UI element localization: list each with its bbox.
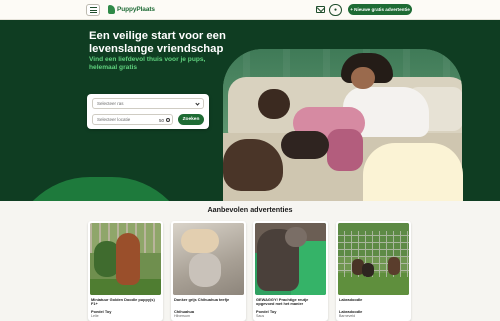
- listing-card[interactable]: GEWAGGY! Prachtige reutje opgevoed met h…: [253, 221, 328, 321]
- breed-select-placeholder: Selecteer ras: [97, 101, 124, 106]
- location-placeholder: Selecteer locatie: [97, 117, 131, 122]
- listing-card[interactable]: Miniatuur Golden Doodle puppy(s) F1+ Poe…: [88, 221, 163, 321]
- listing-location: Barneveld: [339, 314, 356, 318]
- mail-icon[interactable]: [316, 6, 325, 13]
- listing-card[interactable]: Labradoodle Labradoodle Barneveld: [336, 221, 411, 321]
- menu-icon: [89, 7, 97, 8]
- breed-select[interactable]: Selecteer ras: [92, 98, 204, 109]
- distance-value[interactable]: 50: [159, 118, 164, 123]
- listing-photo[interactable]: [173, 223, 244, 295]
- listing-title[interactable]: Labradoodle: [339, 297, 409, 302]
- listing-location: Saus: [256, 314, 265, 318]
- site-logo[interactable]: PuppyPlaats: [108, 5, 155, 14]
- hero-subtitle: Vind een liefdevol thuis voor je pups, h…: [89, 56, 206, 71]
- listing-photo[interactable]: [338, 223, 409, 295]
- listing-title[interactable]: Donker grijs Chihuahua teefje: [174, 297, 244, 302]
- listing-photo[interactable]: [90, 223, 161, 295]
- decorative-shape: [363, 143, 463, 201]
- new-ad-button[interactable]: + Nieuwe gratis advertentie: [348, 4, 412, 15]
- listing-card[interactable]: Donker grijs Chihuahua teefje Chihuahua …: [171, 221, 246, 321]
- new-ad-label: + Nieuwe gratis advertentie: [350, 7, 410, 12]
- hero-section: Een veilige start voor een levenslange v…: [0, 20, 500, 201]
- chevron-down-icon: [195, 101, 200, 106]
- logo-icon: [108, 5, 115, 14]
- listing-photo[interactable]: [255, 223, 326, 295]
- location-input[interactable]: Selecteer locatie 50: [92, 114, 173, 125]
- listing-location: Lelie: [91, 314, 99, 318]
- listing-location: Hilversum: [174, 314, 190, 318]
- menu-button[interactable]: [86, 4, 100, 16]
- section-title: Aanbevolen advertenties: [207, 205, 293, 214]
- decorative-blob: [10, 177, 192, 201]
- search-button[interactable]: Zoeken: [178, 114, 204, 125]
- featured-section: Aanbevolen advertenties Miniatuur Golden…: [0, 201, 500, 321]
- top-navbar: PuppyPlaats ● + Nieuwe gratis advertenti…: [0, 0, 500, 20]
- listing-title[interactable]: Miniatuur Golden Doodle puppy(s) F1+: [91, 297, 161, 307]
- search-card: Selecteer ras Selecteer locatie 50 Zoeke…: [87, 94, 209, 129]
- user-account-button[interactable]: ●: [329, 4, 342, 16]
- listing-title[interactable]: GEWAGGY! Prachtige reutje opgevoed met h…: [256, 297, 326, 307]
- logo-text: PuppyPlaats: [117, 6, 155, 13]
- user-icon: ●: [333, 7, 338, 13]
- location-target-icon[interactable]: [166, 118, 170, 122]
